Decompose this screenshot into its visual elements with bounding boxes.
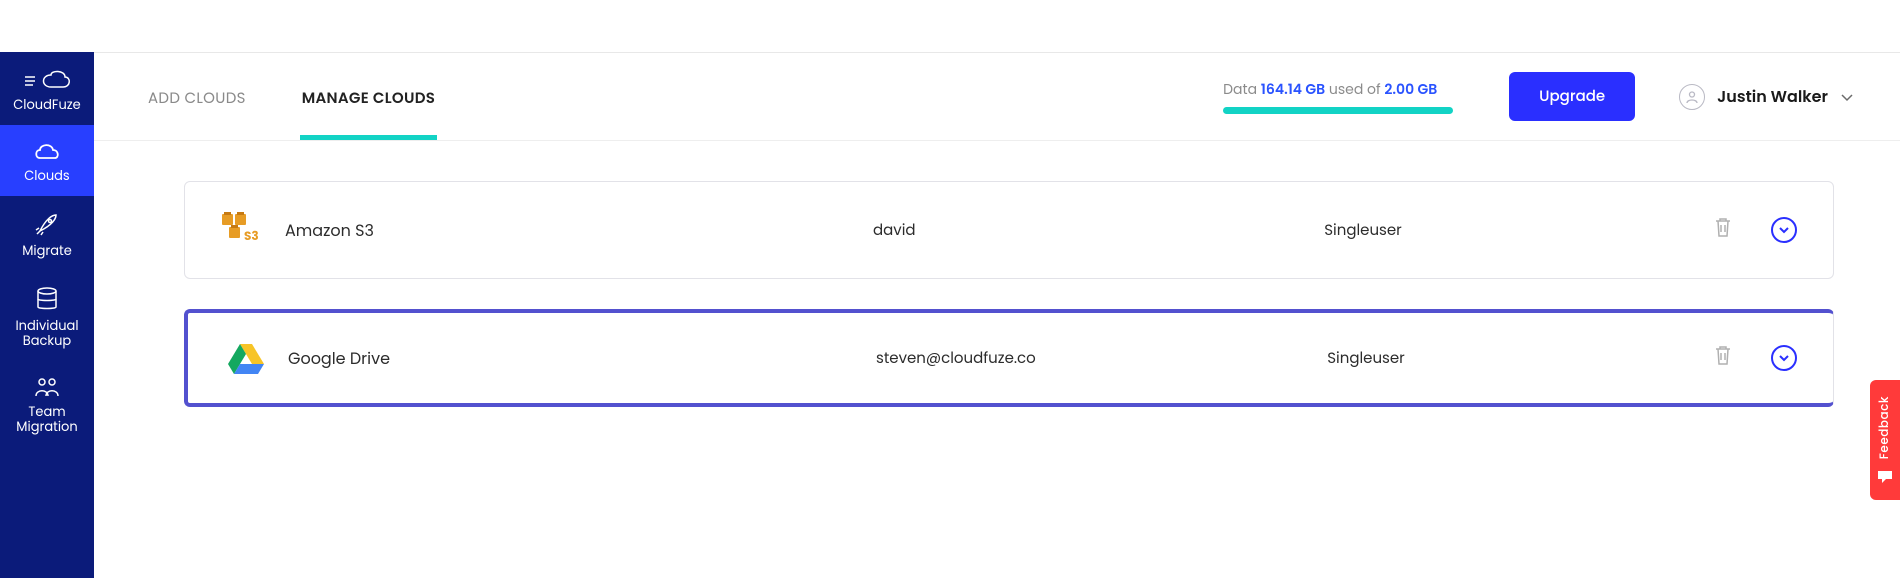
data-usage: Data 164.14 GB used of 2.00 GB bbox=[1223, 79, 1453, 114]
topbar: ADD CLOUDS MANAGE CLOUDS Data 164.14 GB … bbox=[94, 53, 1900, 141]
expand-cloud-button[interactable] bbox=[1771, 217, 1797, 243]
avatar-icon bbox=[1679, 84, 1705, 110]
expand-cloud-button[interactable] bbox=[1771, 345, 1797, 371]
user-menu[interactable]: Justin Walker bbox=[1679, 84, 1854, 110]
tab-add-clouds[interactable]: ADD CLOUDS bbox=[148, 83, 246, 110]
sidebar-item-individual-backup[interactable]: Individual Backup bbox=[0, 271, 94, 361]
cloud-icon bbox=[32, 140, 62, 162]
amazon-s3-icon: S3 bbox=[222, 210, 264, 250]
google-drive-icon bbox=[228, 342, 264, 374]
data-usage-mid: used of bbox=[1325, 79, 1384, 99]
sidebar-item-label: Individual Backup bbox=[4, 318, 90, 348]
sidebar-item-label: Clouds bbox=[24, 168, 69, 183]
delete-cloud-button[interactable] bbox=[1713, 344, 1733, 373]
data-usage-used: 164.14 GB bbox=[1261, 79, 1325, 99]
cloud-name: Google Drive bbox=[276, 346, 876, 371]
tabs: ADD CLOUDS MANAGE CLOUDS bbox=[148, 53, 435, 140]
chevron-down-icon bbox=[1778, 225, 1790, 235]
feedback-button[interactable]: Feedback bbox=[1870, 380, 1900, 500]
sidebar-item-brand[interactable]: CloudFuze bbox=[0, 52, 94, 125]
cloud-row-google-drive[interactable]: Google Drive steven@cloudfuze.co Singleu… bbox=[184, 309, 1834, 407]
delete-cloud-button[interactable] bbox=[1713, 216, 1733, 245]
data-usage-prefix: Data bbox=[1223, 79, 1261, 99]
sidebar-item-migrate[interactable]: Migrate bbox=[0, 196, 94, 271]
cloud-account: steven@cloudfuze.co bbox=[876, 347, 1256, 370]
data-usage-bar bbox=[1223, 107, 1453, 114]
sidebar-item-label: CloudFuze bbox=[13, 97, 81, 112]
logo-icon bbox=[21, 67, 73, 91]
upgrade-button[interactable]: Upgrade bbox=[1509, 72, 1635, 121]
sidebar-item-team-migration[interactable]: Team Migration bbox=[0, 361, 94, 447]
sidebar: CloudFuze Clouds Migrate Individual Back… bbox=[0, 52, 94, 578]
main: ADD CLOUDS MANAGE CLOUDS Data 164.14 GB … bbox=[94, 52, 1900, 578]
cloud-type: Singleuser bbox=[1253, 219, 1473, 242]
cloud-row-amazon-s3[interactable]: S3 Amazon S3 david Singleuser bbox=[184, 181, 1834, 279]
user-name: Justin Walker bbox=[1717, 84, 1828, 109]
sidebar-item-label: Migrate bbox=[22, 243, 72, 258]
feedback-label: Feedback bbox=[1876, 396, 1894, 459]
sidebar-item-clouds[interactable]: Clouds bbox=[0, 125, 94, 196]
chevron-down-icon bbox=[1778, 353, 1790, 363]
data-usage-total: 2.00 GB bbox=[1384, 79, 1437, 99]
content: S3 Amazon S3 david Singleuser bbox=[94, 141, 1900, 407]
chevron-down-icon bbox=[1840, 92, 1854, 102]
cloud-name: Amazon S3 bbox=[273, 218, 873, 243]
sidebar-item-label: Team Migration bbox=[4, 404, 90, 434]
svg-text:S3: S3 bbox=[244, 228, 259, 245]
cloud-list: S3 Amazon S3 david Singleuser bbox=[184, 181, 1834, 407]
cloud-type: Singleuser bbox=[1256, 347, 1476, 370]
rocket-icon bbox=[34, 211, 60, 237]
cloud-account: david bbox=[873, 219, 1253, 242]
team-icon bbox=[32, 376, 62, 398]
chat-icon bbox=[1877, 470, 1893, 484]
database-icon bbox=[35, 286, 59, 312]
tab-manage-clouds[interactable]: MANAGE CLOUDS bbox=[302, 83, 436, 110]
